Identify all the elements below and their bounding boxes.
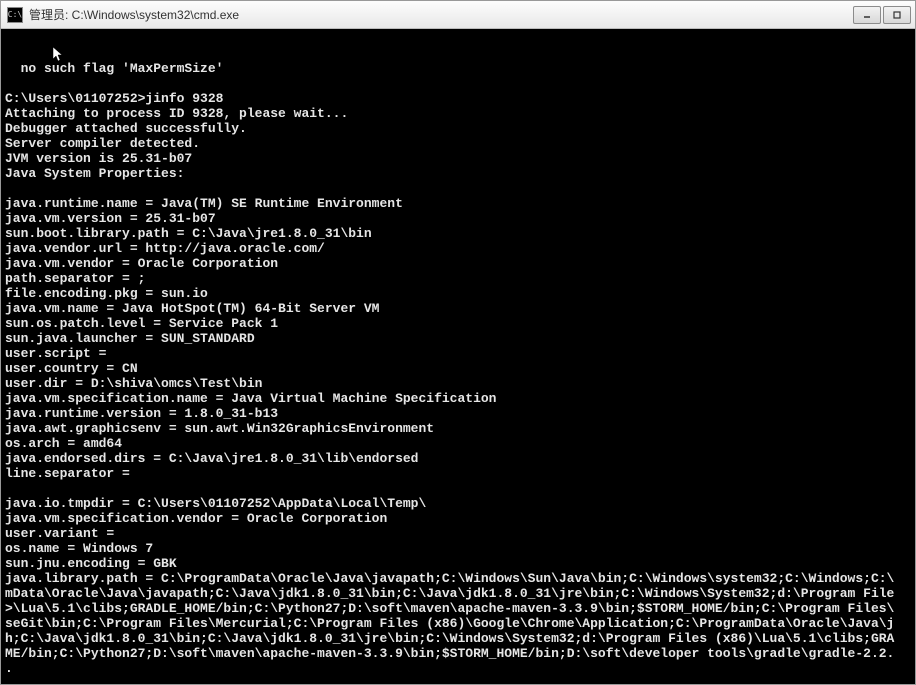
maximize-icon [892,10,902,20]
minimize-button[interactable] [853,6,881,24]
cmd-window: C:\ 管理员: C:\Windows\system32\cmd.exe no … [0,0,916,685]
terminal-output[interactable]: no such flag 'MaxPermSize' C:\Users\0110… [1,29,915,684]
minimize-icon [862,10,872,20]
titlebar[interactable]: C:\ 管理员: C:\Windows\system32\cmd.exe [1,1,915,29]
window-title: 管理员: C:\Windows\system32\cmd.exe [29,6,239,23]
titlebar-left: C:\ 管理员: C:\Windows\system32\cmd.exe [7,6,239,23]
mouse-cursor-icon [6,32,17,48]
cmd-icon: C:\ [7,7,23,23]
window-controls [853,6,911,24]
maximize-button[interactable] [883,6,911,24]
